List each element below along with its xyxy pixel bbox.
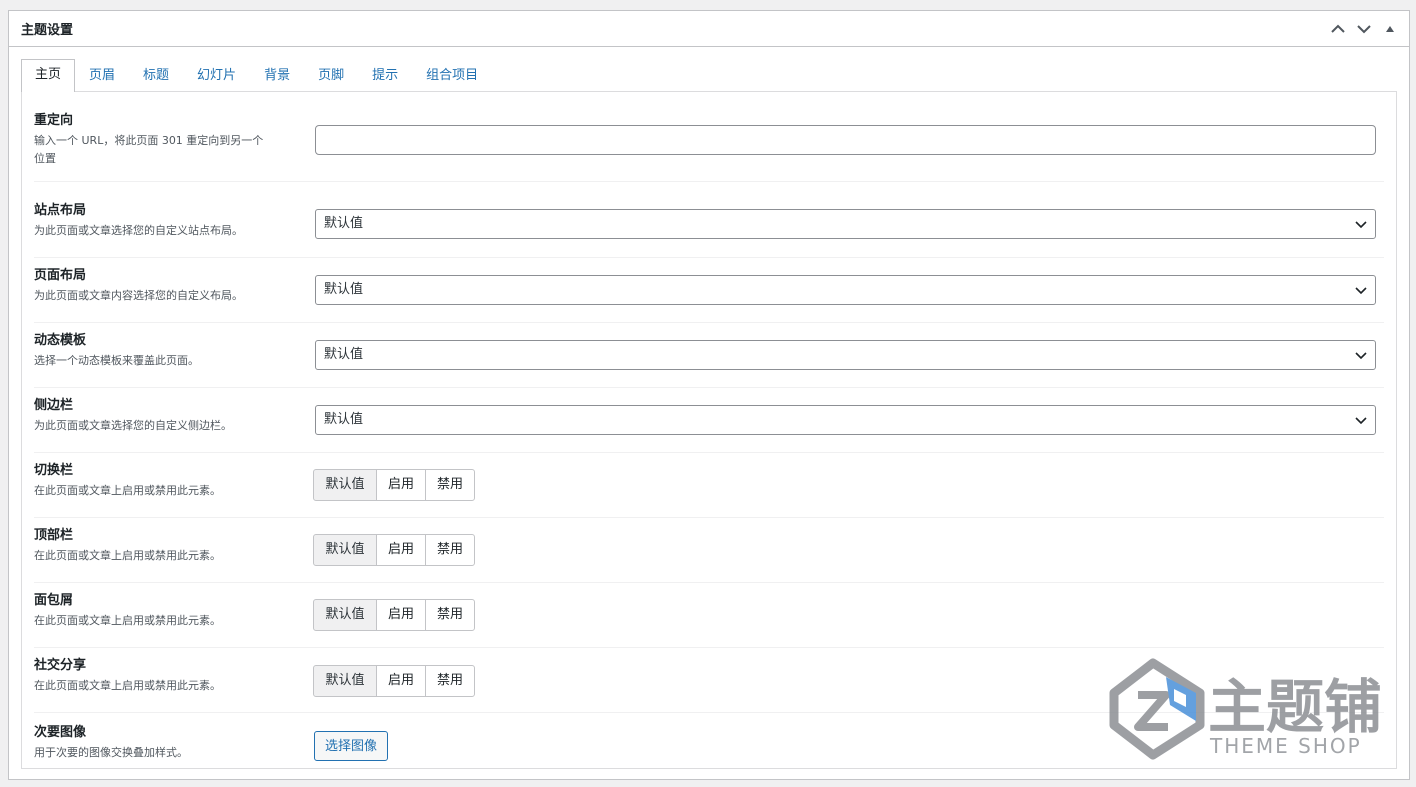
toggle-bar-label-group: 切换栏 在此页面或文章上启用或禁用此元素。 xyxy=(34,462,274,500)
chevron-down-icon xyxy=(1355,352,1367,360)
secondary-image-description: 用于次要的图像交换叠加样式。 xyxy=(34,746,188,759)
watermark-logo-icon xyxy=(1109,658,1205,760)
toggle-panel-button[interactable] xyxy=(1377,16,1403,42)
social-share-button-group: 默认值 启用 禁用 xyxy=(313,665,475,697)
page-layout-row: 页面布局 为此页面或文章内容选择您的自定义布局。 默认值 xyxy=(34,267,1384,323)
redirect-description: 输入一个 URL，将此页面 301 重定向到另一个位置 xyxy=(34,134,264,165)
chevron-down-icon xyxy=(1355,221,1367,229)
breadcrumbs-default-button[interactable]: 默认值 xyxy=(313,599,377,631)
top-bar-button-group: 默认值 启用 禁用 xyxy=(313,534,475,566)
sidebar-label-group: 侧边栏 为此页面或文章选择您的自定义侧边栏。 xyxy=(34,397,274,435)
chevron-down-icon xyxy=(1355,417,1367,425)
dynamic-template-description: 选择一个动态模板来覆盖此页面。 xyxy=(34,354,199,367)
breadcrumbs-label-group: 面包屑 在此页面或文章上启用或禁用此元素。 xyxy=(34,592,274,630)
social-share-description: 在此页面或文章上启用或禁用此元素。 xyxy=(34,679,221,692)
page-layout-select[interactable]: 默认值 xyxy=(315,275,1376,305)
tab-slider[interactable]: 幻灯片 xyxy=(183,60,250,92)
site-layout-title: 站点布局 xyxy=(34,203,87,218)
sidebar-title: 侧边栏 xyxy=(34,398,74,413)
tab-tips[interactable]: 提示 xyxy=(358,60,412,92)
sidebar-description: 为此页面或文章选择您的自定义侧边栏。 xyxy=(34,419,232,432)
move-down-button[interactable] xyxy=(1351,16,1377,42)
page-layout-description: 为此页面或文章内容选择您的自定义布局。 xyxy=(34,289,243,302)
settings-tabs: 主页 页眉 标题 幻灯片 背景 页脚 提示 组合项目 xyxy=(21,59,492,92)
chevron-up-icon xyxy=(1331,24,1345,33)
dynamic-template-title: 动态模板 xyxy=(34,333,87,348)
breadcrumbs-enable-button[interactable]: 启用 xyxy=(376,599,426,631)
toggle-bar-description: 在此页面或文章上启用或禁用此元素。 xyxy=(34,484,221,497)
sidebar-select[interactable]: 默认值 xyxy=(315,405,1376,435)
move-up-button[interactable] xyxy=(1325,16,1351,42)
sidebar-row: 侧边栏 为此页面或文章选择您的自定义侧边栏。 默认值 xyxy=(34,397,1384,453)
social-share-disable-button[interactable]: 禁用 xyxy=(425,665,475,697)
dynamic-template-selected-value: 默认值 xyxy=(324,347,364,362)
page-layout-title: 页面布局 xyxy=(34,268,87,283)
top-bar-title: 顶部栏 xyxy=(34,528,74,543)
watermark-brand-text: 主题铺 xyxy=(1208,673,1382,741)
top-bar-row: 顶部栏 在此页面或文章上启用或禁用此元素。 默认值 启用 禁用 xyxy=(34,527,1384,583)
redirect-label-group: 重定向 输入一个 URL，将此页面 301 重定向到另一个位置 xyxy=(34,112,274,168)
top-bar-enable-button[interactable]: 启用 xyxy=(376,534,426,566)
chevron-down-icon xyxy=(1357,24,1371,33)
tab-portfolio[interactable]: 组合项目 xyxy=(412,60,492,92)
dynamic-template-select[interactable]: 默认值 xyxy=(315,340,1376,370)
top-bar-description: 在此页面或文章上启用或禁用此元素。 xyxy=(34,549,221,562)
toggle-bar-default-button[interactable]: 默认值 xyxy=(313,469,377,501)
site-layout-description: 为此页面或文章选择您的自定义站点布局。 xyxy=(34,224,243,237)
toggle-bar-disable-button[interactable]: 禁用 xyxy=(425,469,475,501)
redirect-url-input[interactable] xyxy=(315,125,1376,155)
breadcrumbs-description: 在此页面或文章上启用或禁用此元素。 xyxy=(34,614,221,627)
breadcrumbs-row: 面包屑 在此页面或文章上启用或禁用此元素。 默认值 启用 禁用 xyxy=(34,592,1384,648)
tab-home[interactable]: 主页 xyxy=(21,59,76,92)
site-layout-selected-value: 默认值 xyxy=(324,216,364,231)
social-share-title: 社交分享 xyxy=(34,658,87,673)
breadcrumbs-disable-button[interactable]: 禁用 xyxy=(425,599,475,631)
breadcrumbs-title: 面包屑 xyxy=(34,593,74,608)
tab-footer[interactable]: 页脚 xyxy=(304,60,358,92)
chevron-down-icon xyxy=(1355,287,1367,295)
site-layout-label-group: 站点布局 为此页面或文章选择您的自定义站点布局。 xyxy=(34,202,274,240)
page-layout-selected-value: 默认值 xyxy=(324,282,364,297)
social-share-label-group: 社交分享 在此页面或文章上启用或禁用此元素。 xyxy=(34,657,274,695)
tab-background[interactable]: 背景 xyxy=(250,60,304,92)
site-layout-select[interactable]: 默认值 xyxy=(315,209,1376,239)
dynamic-template-row: 动态模板 选择一个动态模板来覆盖此页面。 默认值 xyxy=(34,332,1384,388)
triangle-up-icon xyxy=(1386,25,1394,32)
tab-title[interactable]: 标题 xyxy=(129,60,183,92)
sidebar-selected-value: 默认值 xyxy=(324,412,364,427)
metabox-title: 主题设置 xyxy=(21,23,74,38)
toggle-bar-title: 切换栏 xyxy=(34,463,74,478)
secondary-image-title: 次要图像 xyxy=(34,725,87,740)
top-bar-default-button[interactable]: 默认值 xyxy=(313,534,377,566)
tab-header[interactable]: 页眉 xyxy=(75,60,129,92)
page-layout-label-group: 页面布局 为此页面或文章内容选择您的自定义布局。 xyxy=(34,267,274,305)
toggle-bar-button-group: 默认值 启用 禁用 xyxy=(313,469,475,501)
top-bar-disable-button[interactable]: 禁用 xyxy=(425,534,475,566)
social-share-default-button[interactable]: 默认值 xyxy=(313,665,377,697)
top-bar-label-group: 顶部栏 在此页面或文章上启用或禁用此元素。 xyxy=(34,527,274,565)
redirect-title: 重定向 xyxy=(34,113,74,128)
metabox-header: 主题设置 xyxy=(9,11,1409,47)
toggle-bar-row: 切换栏 在此页面或文章上启用或禁用此元素。 默认值 启用 禁用 xyxy=(34,462,1384,518)
watermark-tagline-text: THEME SHOP xyxy=(1209,734,1362,758)
redirect-row: 重定向 输入一个 URL，将此页面 301 重定向到另一个位置 xyxy=(34,112,1384,182)
select-image-button[interactable]: 选择图像 xyxy=(314,731,389,761)
secondary-image-label-group: 次要图像 用于次要的图像交换叠加样式。 xyxy=(34,724,274,762)
breadcrumbs-button-group: 默认值 启用 禁用 xyxy=(313,599,475,631)
social-share-enable-button[interactable]: 启用 xyxy=(376,665,426,697)
site-layout-row: 站点布局 为此页面或文章选择您的自定义站点布局。 默认值 xyxy=(34,202,1384,258)
theme-shop-watermark: 主题铺 THEME SHOP xyxy=(1109,658,1382,760)
toggle-bar-enable-button[interactable]: 启用 xyxy=(376,469,426,501)
dynamic-template-label-group: 动态模板 选择一个动态模板来覆盖此页面。 xyxy=(34,332,274,370)
handle-actions xyxy=(1325,16,1403,42)
